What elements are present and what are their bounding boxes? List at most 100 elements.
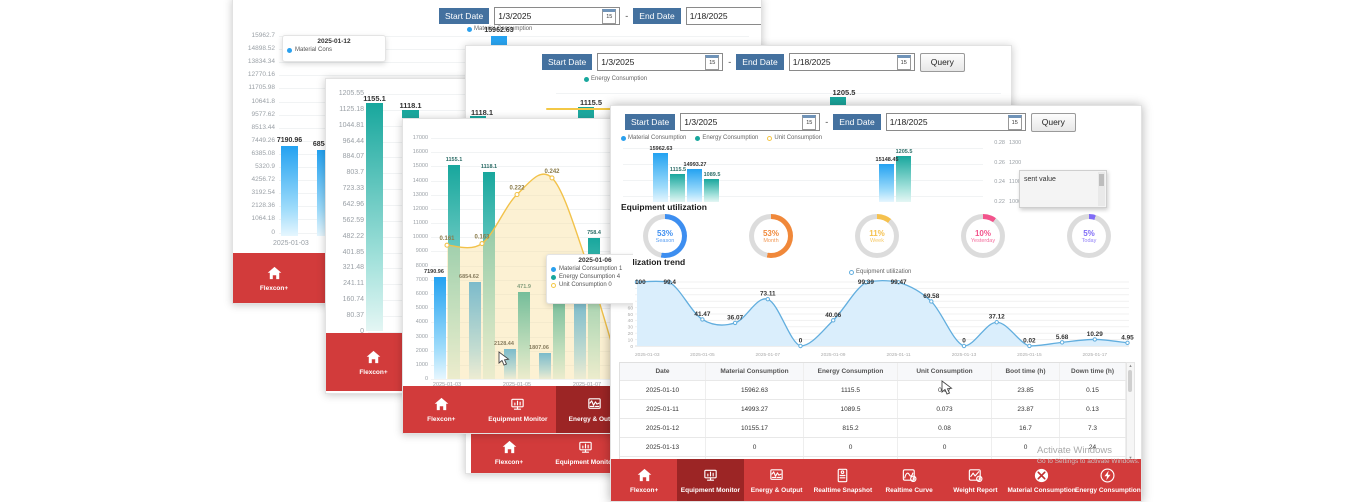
y-tick: 13834.34 (235, 58, 275, 65)
present-value-dropdown[interactable]: sent value (1019, 170, 1107, 208)
nav-item-energy-output[interactable]: Energy & Output (744, 459, 810, 501)
material-bar (653, 153, 668, 202)
pulse-icon (586, 396, 603, 413)
y-tick: 562.59 (328, 217, 364, 224)
y-tick: 642.96 (328, 201, 364, 208)
start-date-value: 1/3/2025 (601, 57, 634, 67)
nav-item-realtime-curve[interactable]: Realtime Curve (876, 459, 942, 501)
calendar-icon[interactable]: 15 (897, 55, 911, 70)
y-tick: 482.22 (328, 233, 364, 240)
column-header-material-consumption: Material Consumption (706, 363, 804, 380)
start-date-label: Start Date (625, 114, 675, 130)
table-row[interactable]: 2025-01-1210155.17815.20.0816.77.3 (620, 419, 1126, 438)
y-tick: 964.44 (328, 138, 364, 145)
tooltip-date: 2025-01-12 (283, 36, 385, 46)
legend-label: Unit Consumption (774, 135, 822, 141)
svg-text:50: 50 (628, 312, 634, 318)
svg-text:2025-01-15: 2025-01-15 (1017, 352, 1042, 358)
doc-icon (834, 467, 851, 484)
dropdown-option[interactable]: sent value (1020, 171, 1106, 188)
table-header-row: DateMaterial ConsumptionEnergy Consumpti… (620, 363, 1126, 381)
dropdown-scrollbar[interactable] (1098, 172, 1105, 206)
right-axis-unit-tick: 0.22 (985, 199, 1005, 205)
table-cell: 0 (706, 438, 804, 456)
nav-item-flexcon[interactable]: Flexcon+ (403, 386, 480, 433)
nav-item-weight-report[interactable]: Weight Report (942, 459, 1008, 501)
query-button[interactable]: Query (920, 53, 965, 72)
start-date-value: 1/3/2025 (684, 117, 717, 127)
date-separator: - (825, 117, 828, 127)
y-tick: 8513.44 (235, 124, 275, 131)
donut-month: 53%Month (749, 214, 793, 258)
y-tick: 6385.08 (235, 150, 275, 157)
table-cell: 0 (898, 438, 992, 456)
y-tick: 5000 (403, 305, 428, 311)
window-equipment-monitor: Start Date 1/3/2025 15 - End Date 1/18/2… (610, 105, 1142, 502)
activate-windows-watermark: Activate Windows Go to Settings to activ… (1037, 445, 1140, 467)
bar-value-label: 1118.1 (390, 101, 431, 110)
nav-item-flexcon[interactable]: Flexcon+ (471, 431, 547, 473)
svg-text:0.161: 0.161 (439, 236, 455, 242)
column-header-energy-consumption: Energy Consumption (804, 363, 898, 380)
query-button[interactable]: Query (1031, 113, 1076, 132)
calendar-icon[interactable]: 15 (802, 115, 816, 130)
nav-item-equipment-monitor[interactable]: Equipment Monitor (480, 386, 557, 433)
y-tick: 12000 (403, 206, 428, 212)
bar-value-label: 1089.5 (692, 172, 732, 178)
window-combo-chart: 1700016000150001400013000120001100010000… (402, 118, 634, 434)
y-tick: 401.85 (328, 249, 364, 256)
y-tick: 321.48 (328, 264, 364, 271)
svg-text:40: 40 (628, 318, 634, 324)
equipment-utilization-title: Equipment utilization (621, 202, 707, 212)
calendar-icon[interactable]: 15 (705, 55, 719, 70)
y-tick: 9000 (403, 248, 428, 254)
energy-bar (704, 179, 719, 202)
end-date-input[interactable]: 1/18/2025 15 (789, 53, 915, 71)
table-row[interactable]: 2025-01-1015962.631115.50.0723.850.15 (620, 381, 1126, 400)
start-date-input[interactable]: 1/3/2025 15 (494, 7, 620, 25)
end-date-value: 1/18/2025 (890, 117, 928, 127)
end-date-label: End Date (736, 54, 783, 70)
nav-item-realtime-snapshot[interactable]: Realtime Snapshot (810, 459, 876, 501)
table-cell: 815.2 (804, 419, 898, 437)
table-cell: 16.7 (992, 419, 1060, 437)
y-tick: 2128.36 (235, 202, 275, 209)
donut-season: 53%Season (643, 214, 687, 258)
chart-tooltip: 2025-01-12 Material Cons (282, 35, 386, 62)
start-date-input[interactable]: 1/3/2025 15 (680, 113, 820, 131)
mouse-cursor (941, 380, 953, 395)
monitor-icon (509, 396, 526, 413)
svg-text:10: 10 (628, 337, 634, 343)
y-tick: 3000 (403, 334, 428, 340)
end-date-value: 1/18/2025 (690, 11, 728, 21)
nav-item-equipment-monitor[interactable]: Equipment Monitor (677, 459, 743, 501)
material-bar (879, 164, 894, 202)
start-date-label: Start Date (542, 54, 592, 70)
y-tick: 11705.98 (235, 84, 275, 91)
legend-dot (584, 77, 589, 82)
start-date-input[interactable]: 1/3/2025 15 (597, 53, 723, 71)
svg-text:60: 60 (628, 305, 634, 311)
y-tick: 0 (235, 229, 275, 236)
right-axis-unit-tick: 0.26 (985, 160, 1005, 166)
nav-item-label: Energy Consumption (1075, 487, 1141, 494)
y-tick: 8000 (403, 263, 428, 269)
date-filter-bar: Start Date 1/3/2025 15 - End Date 1/18/2… (625, 111, 1076, 133)
energy-bar (670, 174, 685, 202)
calendar-icon[interactable]: 15 (602, 9, 616, 24)
nav-item-label: Flexcon+ (630, 487, 658, 494)
y-tick: 10000 (403, 234, 428, 240)
svg-text:41.47: 41.47 (694, 311, 710, 318)
calendar-icon[interactable]: 15 (1008, 115, 1022, 130)
nav-item-flexcon[interactable]: Flexcon+ (611, 459, 677, 501)
y-tick: 7000 (403, 277, 428, 283)
chart-tooltip: 2025-01-06 Material Consumption 1Energy … (546, 254, 634, 304)
legend-label: Equipment utilization (856, 269, 911, 275)
table-row[interactable]: 2025-01-1114993.271089.50.07323.870.13 (620, 400, 1126, 419)
y-tick: 1044.81 (328, 122, 364, 129)
end-date-input[interactable]: 1/18/2025 15 (686, 7, 762, 25)
legend-label: Energy Consumption (702, 135, 758, 141)
nav-item-flexcon[interactable]: Flexcon+ (233, 253, 315, 303)
svg-text:20: 20 (628, 331, 634, 337)
end-date-input[interactable]: 1/18/2025 15 (886, 113, 1026, 131)
